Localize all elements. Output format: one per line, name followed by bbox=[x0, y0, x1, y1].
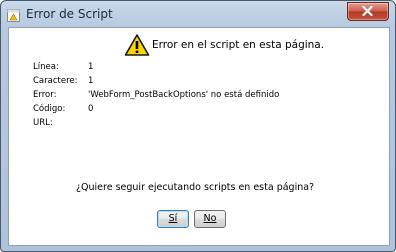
script-error-dialog: Error de Script Error en el script en es… bbox=[0, 0, 396, 252]
error-value: 'WebForm_PostBackOptions' no está defini… bbox=[88, 90, 280, 100]
dialog-body: Error en el script en esta página. Línea… bbox=[8, 27, 390, 246]
line-value: 1 bbox=[88, 62, 94, 72]
close-button[interactable] bbox=[347, 2, 389, 21]
code-label: Código: bbox=[33, 104, 66, 114]
url-label: URL: bbox=[33, 118, 53, 128]
no-button-label: No bbox=[203, 213, 217, 224]
no-button[interactable]: No bbox=[194, 210, 226, 228]
error-label: Error: bbox=[33, 90, 57, 100]
code-value: 0 bbox=[88, 104, 94, 114]
close-icon bbox=[362, 6, 373, 16]
yes-button[interactable]: Sí bbox=[157, 210, 189, 228]
warning-icon bbox=[124, 33, 150, 57]
window-title: Error de Script bbox=[26, 7, 113, 21]
error-header-message: Error en el script en esta página. bbox=[152, 39, 325, 51]
character-label: Caractere: bbox=[33, 76, 78, 86]
character-value: 1 bbox=[88, 76, 94, 86]
title-bar[interactable]: Error de Script bbox=[1, 1, 395, 27]
line-label: Línea: bbox=[33, 62, 59, 72]
script-error-icon bbox=[7, 7, 20, 22]
continue-question: ¿Quiere seguir ejecutando scripts en est… bbox=[76, 182, 315, 193]
yes-button-label: Sí bbox=[168, 213, 178, 224]
